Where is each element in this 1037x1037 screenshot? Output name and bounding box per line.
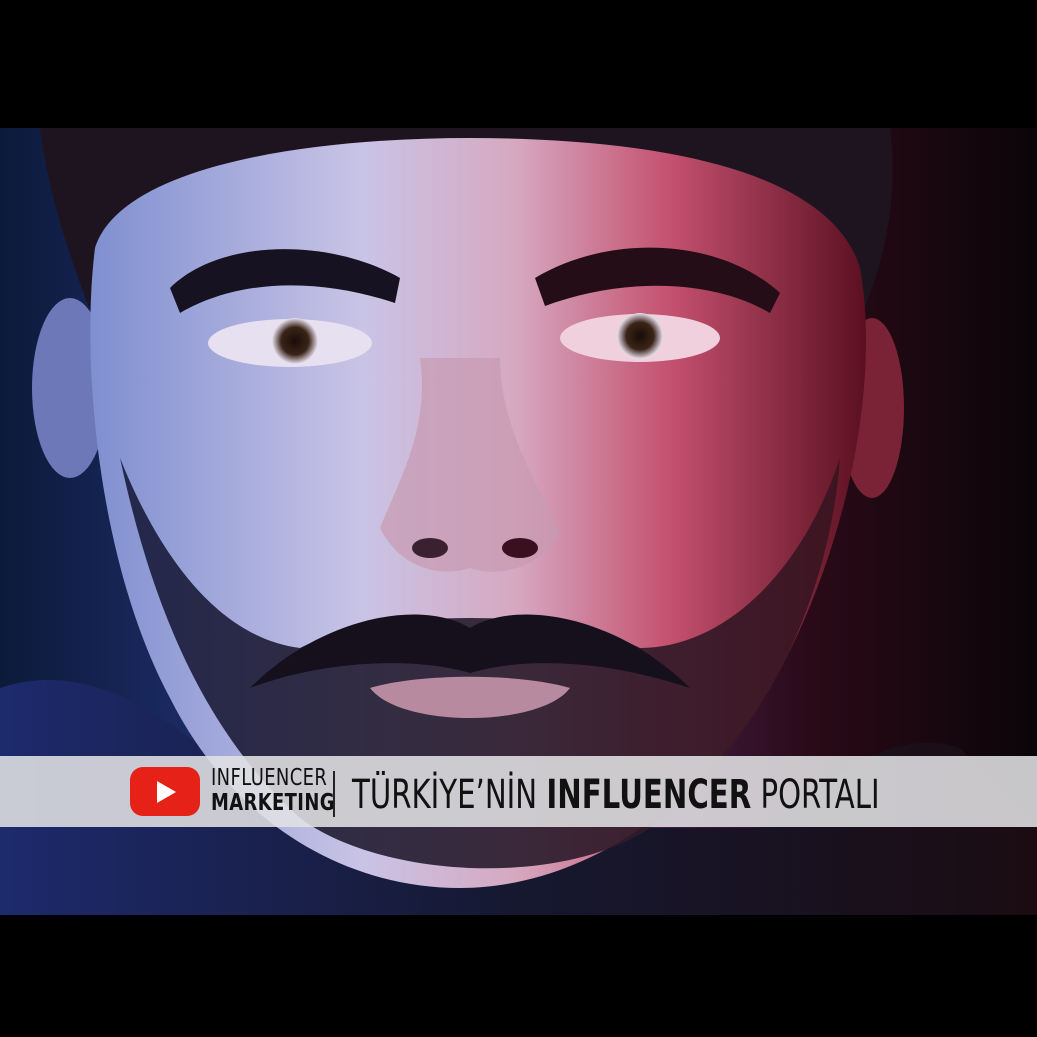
youtube-play-icon <box>130 767 200 816</box>
brand-line-1: INFLUENCER <box>211 765 328 791</box>
brand-line-2: MARKETING <box>211 790 335 816</box>
tagline-highlight: INFLUENCER <box>546 772 752 818</box>
brand-name: INFLUENCER MARKETING <box>211 765 335 816</box>
play-triangle-icon <box>157 781 176 803</box>
tagline: TÜRKİYE’NİN INFLUENCER PORTALI <box>352 772 880 818</box>
tagline-part-2: PORTALI <box>751 772 880 818</box>
divider <box>333 771 335 817</box>
tagline-part-1: TÜRKİYE’NİN <box>352 772 547 818</box>
